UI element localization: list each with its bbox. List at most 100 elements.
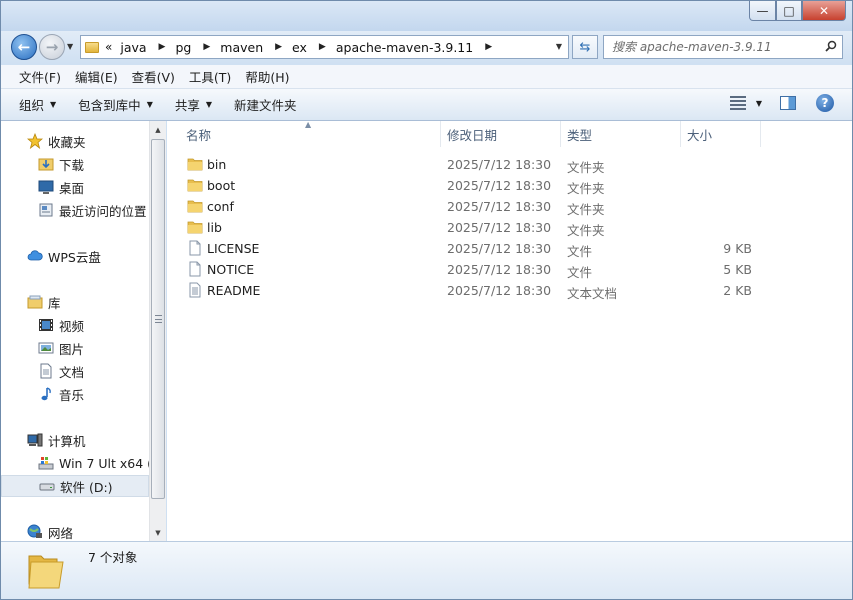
file-size: 2 KB [723, 283, 752, 298]
breadcrumb-overflow[interactable]: « [105, 40, 112, 54]
menu-view[interactable]: 查看(V) [125, 67, 182, 86]
column-header-name[interactable]: 名称 ▲ [167, 120, 441, 147]
new-folder-button[interactable]: 新建文件夹 [234, 95, 297, 114]
nav-downloads[interactable]: 下载 [1, 153, 149, 175]
nav-pictures[interactable]: 图片 [1, 337, 149, 359]
sort-ascending-icon: ▲ [305, 120, 312, 129]
chevron-right-icon[interactable]: ▶ [159, 42, 166, 52]
file-name: conf [207, 199, 234, 214]
refresh-button[interactable]: ⇆ [572, 35, 598, 59]
file-type: 文件夹 [567, 223, 605, 238]
search-input[interactable] [612, 40, 812, 54]
nav-drive-c[interactable]: Win 7 Ult x64 (C [1, 452, 149, 474]
search-box[interactable] [603, 35, 843, 59]
nav-label: 文档 [59, 364, 85, 380]
scrollbar-thumb[interactable] [151, 139, 165, 499]
text-file-icon [189, 282, 201, 298]
file-size: 5 KB [723, 262, 752, 277]
organize-button[interactable]: 组织 ▼ [19, 95, 56, 114]
address-history-dropdown[interactable]: ▼ [556, 42, 562, 51]
file-row[interactable]: boot 2025/7/12 18:30 文件夹 [167, 175, 852, 196]
navigation-tree: 收藏夹 下载 桌面 最近访问的位置 WPS云盘 库 视频 图片 文档 音乐 计算… [1, 121, 149, 541]
nav-drive-d[interactable]: 软件 (D:) [1, 475, 149, 497]
desktop-icon [38, 180, 54, 194]
file-modified-date: 2025/7/12 18:30 [447, 262, 552, 277]
share-button[interactable]: 共享 ▼ [175, 95, 212, 114]
file-row[interactable]: bin 2025/7/12 18:30 文件夹 [167, 154, 852, 175]
navigation-scrollbar[interactable]: ▲ ▼ [149, 121, 166, 541]
cloud-icon [27, 250, 43, 261]
chevron-down-icon[interactable]: ▼ [756, 99, 762, 108]
nav-computer[interactable]: 计算机 [1, 429, 149, 451]
breadcrumb-apache-maven[interactable]: apache-maven-3.9.11 [336, 40, 473, 55]
address-bar[interactable]: « java ▶ pg ▶ maven ▶ ex ▶ apache-maven-… [80, 35, 569, 59]
nav-videos[interactable]: 视频 [1, 314, 149, 336]
video-icon [39, 319, 53, 331]
nav-documents[interactable]: 文档 [1, 360, 149, 382]
view-options-icon[interactable] [729, 96, 746, 110]
file-row[interactable]: README 2025/7/12 18:30 文本文档 2 KB [167, 280, 852, 301]
file-icon [189, 261, 201, 277]
file-name: README [207, 283, 261, 298]
chevron-right-icon[interactable]: ▶ [203, 42, 210, 52]
folder-icon [28, 555, 64, 589]
nav-libraries[interactable]: 库 [1, 291, 149, 313]
breadcrumb-ex[interactable]: ex [292, 40, 307, 55]
scroll-down-icon[interactable]: ▼ [150, 524, 166, 541]
breadcrumb: « java ▶ pg ▶ maven ▶ ex ▶ apache-maven-… [105, 40, 502, 55]
nav-recent-places[interactable]: 最近访问的位置 [1, 199, 149, 221]
chevron-right-icon[interactable]: ▶ [275, 42, 282, 52]
column-header-type[interactable]: 类型 [561, 121, 681, 147]
search-icon[interactable] [825, 40, 837, 52]
help-icon[interactable]: ? [816, 94, 834, 112]
file-modified-date: 2025/7/12 18:30 [447, 199, 552, 214]
nav-wps-cloud[interactable]: WPS云盘 [1, 245, 149, 267]
file-row[interactable]: conf 2025/7/12 18:30 文件夹 [167, 196, 852, 217]
scroll-up-icon[interactable]: ▲ [150, 121, 166, 138]
folder-icon [187, 200, 203, 213]
folder-icon [187, 158, 203, 171]
file-row[interactable]: LICENSE 2025/7/12 18:30 文件 9 KB [167, 238, 852, 259]
menu-file[interactable]: 文件(F) [12, 67, 68, 86]
chevron-down-icon: ▼ [50, 100, 57, 109]
back-button[interactable]: ← [11, 34, 37, 60]
menu-help[interactable]: 帮助(H) [238, 67, 296, 86]
menu-edit[interactable]: 编辑(E) [68, 67, 125, 86]
file-modified-date: 2025/7/12 18:30 [447, 220, 552, 235]
include-in-library-button[interactable]: 包含到库中 ▼ [78, 95, 153, 114]
file-icon [189, 240, 201, 256]
file-list: 名称 ▲ 修改日期 类型 大小 bin 2025/7/12 18:30 文件夹 boo… [167, 120, 852, 541]
nav-desktop[interactable]: 桌面 [1, 176, 149, 198]
column-header-size[interactable]: 大小 [681, 121, 761, 147]
system-drive-icon [38, 457, 54, 470]
file-name: NOTICE [207, 262, 255, 277]
maximize-button[interactable]: □ [776, 1, 802, 21]
minimize-button[interactable]: — [749, 1, 776, 21]
file-type: 文件夹 [567, 181, 605, 196]
file-size: 9 KB [723, 241, 752, 256]
nav-label: WPS云盘 [48, 249, 101, 265]
breadcrumb-java[interactable]: java [120, 40, 146, 55]
file-row[interactable]: NOTICE 2025/7/12 18:30 文件 5 KB [167, 259, 852, 280]
nav-network[interactable]: 网络 [1, 521, 149, 541]
nav-label: 网络 [48, 525, 74, 541]
close-button[interactable]: ✕ [802, 1, 846, 21]
file-name: boot [207, 178, 236, 193]
file-type: 文件 [567, 244, 593, 259]
nav-music[interactable]: 音乐 [1, 383, 149, 405]
file-row[interactable]: lib 2025/7/12 18:30 文件夹 [167, 217, 852, 238]
preview-pane-icon[interactable] [780, 96, 796, 110]
nav-favorites[interactable]: 收藏夹 [1, 130, 149, 152]
include-in-library-label: 包含到库中 [78, 98, 141, 113]
recent-places-icon [39, 203, 53, 217]
menu-tools[interactable]: 工具(T) [182, 67, 238, 86]
breadcrumb-maven[interactable]: maven [220, 40, 263, 55]
chevron-right-icon[interactable]: ▶ [485, 42, 492, 52]
nav-label: 视频 [59, 318, 85, 334]
column-header-date[interactable]: 修改日期 [441, 121, 561, 147]
chevron-right-icon[interactable]: ▶ [319, 42, 326, 52]
breadcrumb-pg[interactable]: pg [175, 40, 191, 55]
recent-pages-dropdown[interactable]: ▼ [67, 42, 73, 51]
forward-button[interactable]: → [39, 34, 65, 60]
details-pane: 7 个对象 [1, 541, 852, 599]
